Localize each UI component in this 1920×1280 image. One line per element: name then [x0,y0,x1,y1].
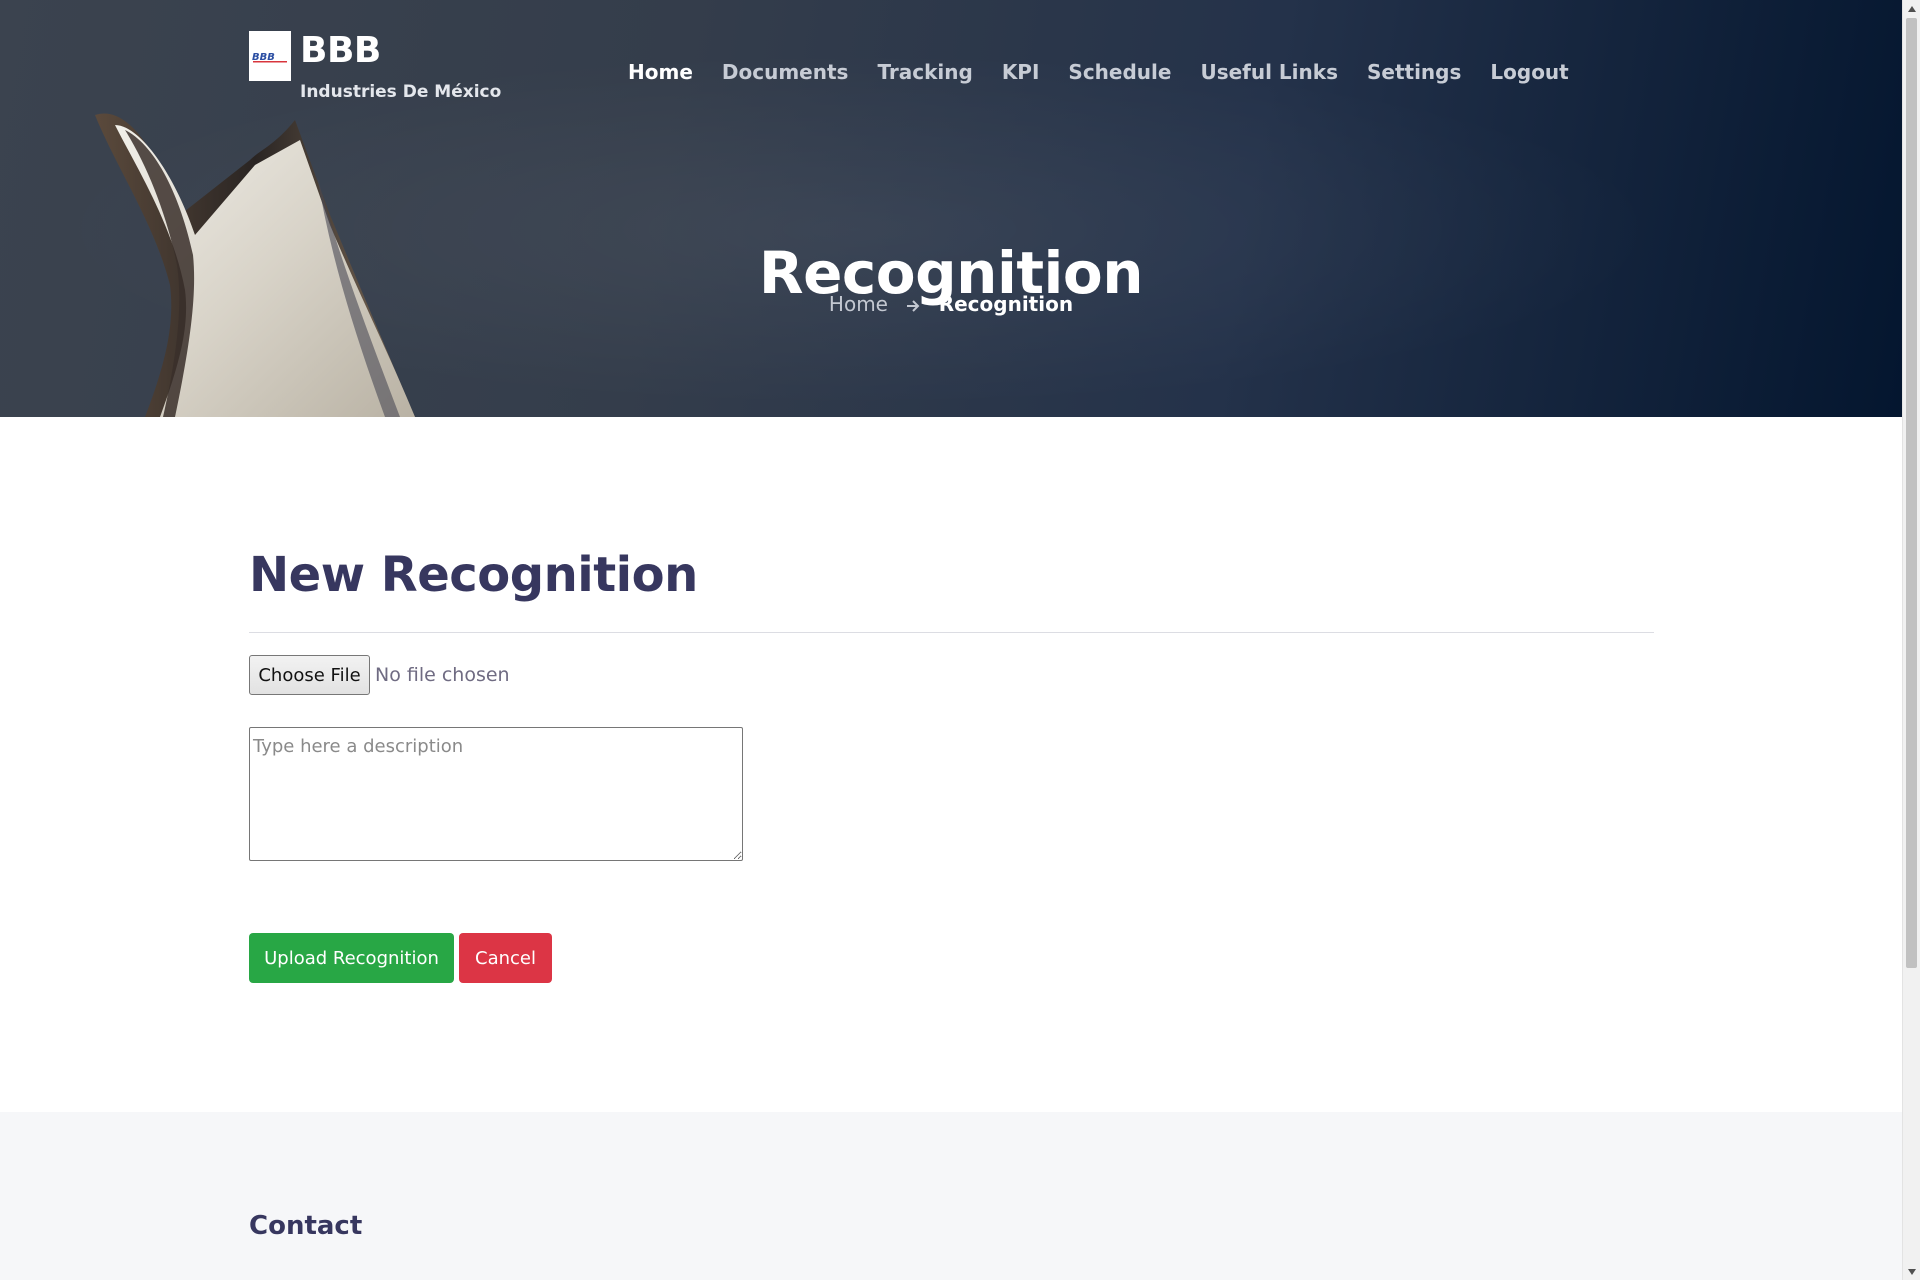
breadcrumb-home-link[interactable]: Home [829,292,888,316]
nav-item-tracking[interactable]: Tracking [863,60,987,84]
footer: Contact [0,1112,1902,1280]
brand-logo: BBB [249,31,291,81]
main-nav: Home Documents Tracking KPI Schedule Use… [628,60,1583,84]
nav-item-logout[interactable]: Logout [1476,60,1583,84]
upload-recognition-button[interactable]: Upload Recognition [249,933,454,983]
form-actions: Upload Recognition Cancel [249,933,552,983]
vertical-scrollbar[interactable] [1902,0,1920,1280]
hero-banner: BBB BBB Industries De México Home Docume… [0,0,1902,417]
section-title: New Recognition [249,547,698,603]
file-status: No file chosen [375,664,510,686]
scroll-down-icon[interactable] [1903,1263,1920,1280]
brand-name: BBB [300,30,381,71]
nav-item-home[interactable]: Home [628,60,707,84]
brand-subtitle: Industries De México [300,82,502,102]
nav-item-schedule[interactable]: Schedule [1054,60,1186,84]
divider [249,632,1654,633]
nav-item-useful-links[interactable]: Useful Links [1186,60,1353,84]
scroll-up-icon[interactable] [1903,0,1920,17]
nav-item-kpi[interactable]: KPI [987,60,1054,84]
file-upload: Choose File No file chosen [249,655,510,695]
nav-item-settings[interactable]: Settings [1352,60,1475,84]
arrow-right-icon [906,294,920,318]
breadcrumb: Home Recognition [0,292,1902,318]
nav-item-documents[interactable]: Documents [707,60,863,84]
breadcrumb-current: Recognition [938,292,1074,316]
cancel-button[interactable]: Cancel [459,933,552,983]
brand-logo-icon: BBB [252,52,287,63]
footer-contact-title: Contact [249,1211,363,1241]
page: BBB BBB Industries De México Home Docume… [0,0,1902,1280]
choose-file-button[interactable]: Choose File [249,655,370,695]
description-textarea[interactable] [249,727,743,861]
scrollbar-thumb[interactable] [1906,18,1917,968]
main-content: New Recognition Choose File No file chos… [0,417,1902,1112]
